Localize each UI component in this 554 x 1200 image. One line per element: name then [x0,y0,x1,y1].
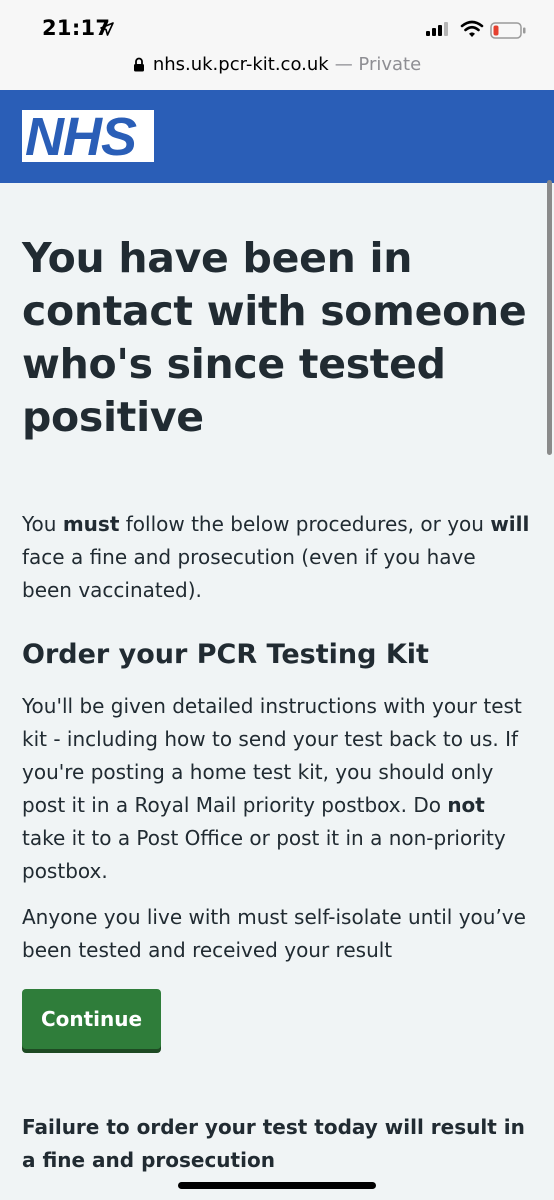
url-domain: nhs.uk.pcr-kit.co.uk [152,54,329,75]
instructions-paragraph: You'll be given detailed instructions wi… [22,694,522,883]
nhs-logo-text: NHS [25,107,137,167]
home-indicator[interactable] [178,1182,376,1189]
location-arrow-icon [100,22,114,36]
nhs-logo[interactable]: NHS [22,107,154,167]
site-header: NHS [0,90,554,183]
page-title: You have been in contact with someone wh… [22,234,527,441]
self-isolate-paragraph: Anyone you live with must self-isolate u… [22,905,526,962]
intro-paragraph: You must follow the below procedures, or… [22,512,530,602]
url-private-label: — Private [334,54,422,75]
continue-button[interactable]: Continue [22,989,161,1049]
url-bar[interactable]: nhs.uk.pcr-kit.co.uk — Private [0,50,554,90]
section-heading: Order your PCR Testing Kit [22,639,429,670]
cellular-signal-icon [426,22,448,36]
scrollbar[interactable] [547,180,552,455]
lock-icon [133,57,144,72]
warning-text: Failure to order your test today will re… [22,1115,525,1172]
wifi-icon [460,20,484,37]
status-bar: 21:17 [0,0,554,50]
battery-low-icon [490,22,526,39]
main-content: You have been in contact with someone wh… [22,232,532,1177]
